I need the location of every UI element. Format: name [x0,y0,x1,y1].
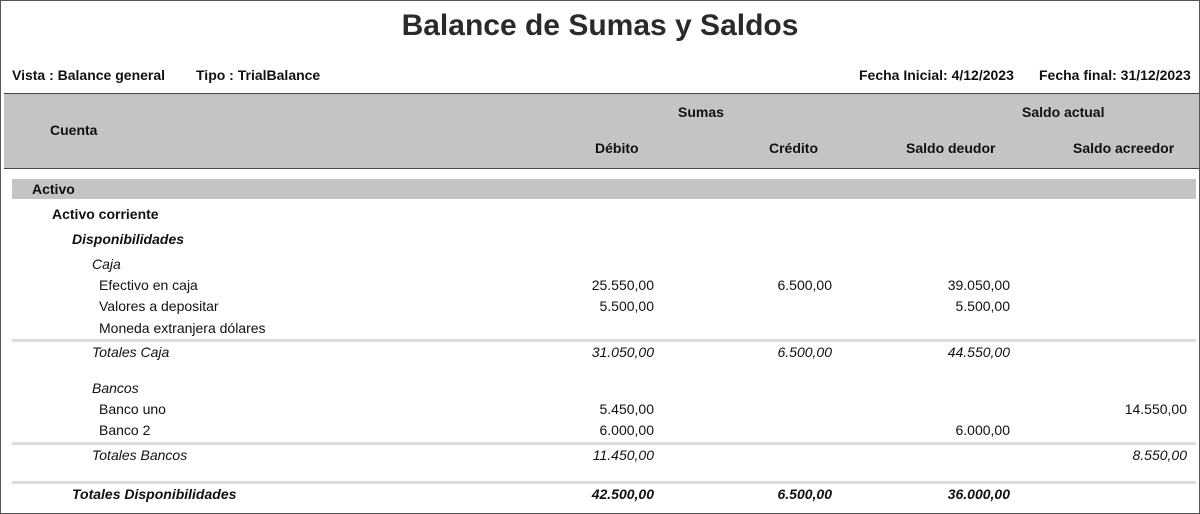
row-valores-label: Valores a depositar [99,298,219,314]
row-banco-uno-acreedor: 14.550,00 [1124,401,1187,417]
row-banco-uno-label: Banco uno [99,401,166,417]
account-disponibilidades: Disponibilidades [72,231,185,247]
row-totales-caja-debito: 31.050,00 [591,344,654,360]
row-efectivo-credito: 6.500,00 [777,277,833,293]
row-banco-uno-debito: 5.450,00 [599,401,655,417]
header-credito: Crédito [769,140,818,156]
row-totales-disp-debito: 42.500,00 [591,486,654,502]
account-caja: Caja [92,256,121,272]
section-bar-activo [12,179,1196,199]
header-saldo-actual: Saldo actual [1022,104,1105,120]
row-moneda-label: Moneda extranjera dólares [99,320,266,336]
row-totales-caja-deudor: 44.550,00 [947,344,1010,360]
table-header: Cuenta Sumas Saldo actual Débito Crédito… [4,93,1199,169]
row-banco-2-debito: 6.000,00 [599,422,655,438]
row-totales-bancos-acreedor: 8.550,00 [1132,447,1188,463]
row-efectivo-deudor: 39.050,00 [947,277,1010,293]
row-banco-2-deudor: 6.000,00 [955,422,1011,438]
fecha-final-label: Fecha final: 31/12/2023 [1039,67,1191,83]
separator-caja [12,339,1196,342]
fecha-inicial-label: Fecha Inicial: 4/12/2023 [859,67,1014,83]
report-page: Balance de Sumas y Saldos Vista : Balanc… [0,0,1200,514]
report-title: Balance de Sumas y Saldos [401,9,799,42]
account-activo-corriente: Activo corriente [52,206,159,222]
row-banco-2-label: Banco 2 [99,422,151,438]
row-totales-bancos-debito: 11.450,00 [592,447,654,463]
header-cuenta: Cuenta [50,122,98,138]
row-efectivo-debito: 25.550,00 [591,277,654,293]
row-valores-deudor: 5.500,00 [955,298,1011,314]
account-activo: Activo [32,181,75,197]
separator-disponibilidades [12,481,1196,484]
tipo-label: Tipo : TrialBalance [196,67,321,83]
header-saldo-acreedor: Saldo acreedor [1073,140,1175,156]
header-debito: Débito [595,140,639,156]
row-totales-disp-label: Totales Disponibilidades [72,486,237,502]
row-totales-disp-credito: 6.500,00 [777,486,833,502]
account-bancos: Bancos [92,380,139,396]
vista-label: Vista : Balance general [12,67,166,83]
row-efectivo-label: Efectivo en caja [99,277,198,293]
row-totales-bancos-label: Totales Bancos [92,447,188,463]
row-totales-caja-label: Totales Caja [92,344,170,360]
row-totales-disp-deudor: 36.000,00 [947,486,1010,502]
row-totales-caja-credito: 6.500,00 [777,344,833,360]
header-sumas: Sumas [678,104,724,120]
header-saldo-deudor: Saldo deudor [906,140,996,156]
row-valores-debito: 5.500,00 [599,298,655,314]
separator-bancos [12,442,1196,445]
